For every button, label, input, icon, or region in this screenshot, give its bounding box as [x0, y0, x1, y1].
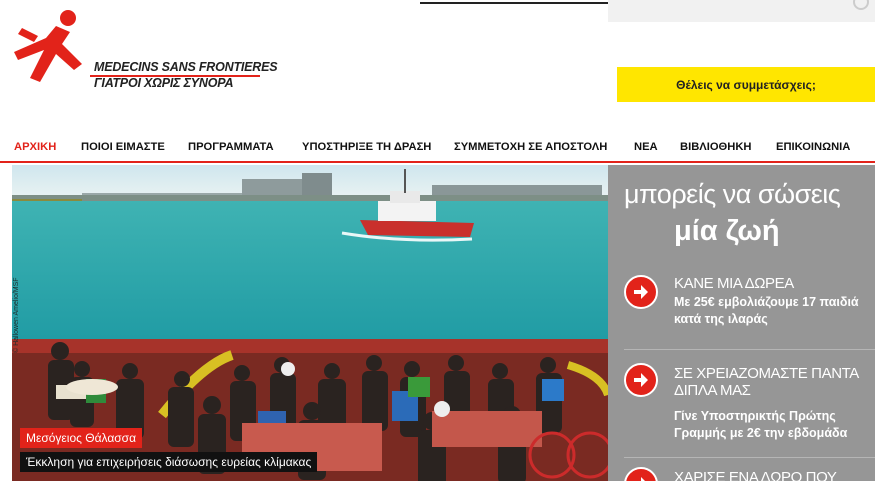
nav-item-who-we-are[interactable]: ΠΟΙΟΙ ΕΙΜΑΣΤΕ [81, 141, 165, 153]
panel-heading-line1: μπορείς να σώσεις [624, 179, 841, 209]
nav-item-mission[interactable]: ΣΥΜΜΕΤΟΧΗ ΣΕ ΑΠΟΣΤΟΛΗ [454, 141, 607, 153]
nav-item-home[interactable]: ΑΡΧΙΚΗ [14, 141, 56, 153]
search-icon[interactable] [853, 0, 869, 10]
photo-credit: © Hallowen Amelio/MSF [13, 277, 20, 353]
arrow-right-icon[interactable] [624, 467, 658, 481]
participate-button[interactable]: Θέλεις να συμμετάσχεις; [617, 67, 875, 102]
panel-divider [624, 457, 875, 458]
logo[interactable]: MEDECINS SANS FRONTIERES ΓΙΑΤΡΟΙ ΧΩΡΙΣ Σ… [12, 8, 278, 94]
main-nav: ΑΡΧΙΚΗ ΠΟΙΟΙ ΕΙΜΑΣΤΕ ΠΡΟΓΡΑΜΜΑΤΑ ΥΠΟΣΤΗΡ… [0, 139, 875, 163]
search-box[interactable] [608, 0, 875, 22]
nav-item-support[interactable]: ΥΠΟΣΤΗΡΙΞΕ ΤΗ ΔΡΑΣΗ [302, 141, 431, 153]
nav-item-contact[interactable]: ΕΠΙΚΟΙΝΩΝΙΑ [776, 141, 850, 153]
panel-item-title: ΣΕ ΧΡΕΙΑΖΟΜΑΣΤΕ ΠΑΝΤΑ ΔΙΠΛΑ ΜΑΣ [674, 365, 859, 399]
msf-running-man-icon [14, 10, 82, 82]
panel-item-text: Με 25€ εμβολιάζουμε 17 παιδιά κατά της ι… [674, 295, 859, 326]
hero-caption[interactable]: Έκκληση για επιχειρήσεις διάσωσης ευρεία… [20, 452, 318, 472]
brand-name-line2: ΓΙΑΤΡΟΙ ΧΩΡΙΣ ΣΥΝΟΡΑ [94, 76, 234, 90]
panel-divider [624, 349, 875, 350]
nav-item-news[interactable]: ΝΕΑ [634, 141, 658, 153]
arrow-right-icon[interactable] [624, 275, 658, 309]
brand-name-line1: MEDECINS SANS FRONTIERES [94, 60, 278, 74]
panel-item-title: ΧΑΡΙΣΕ ΕΝΑ ΔΩΡΟ ΠΟΥ [674, 469, 837, 481]
nav-item-programs[interactable]: ΠΡΟΓΡΑΜΜΑΤΑ [188, 141, 274, 153]
panel-item-title: ΚΑΝΕ ΜΙΑ ΔΩΡΕΑ [674, 275, 794, 292]
hero-banner[interactable]: © Hallowen Amelio/MSF Μεσόγειος Θάλασσα … [12, 165, 608, 481]
arrow-right-icon[interactable] [624, 363, 658, 397]
nav-item-library[interactable]: ΒΙΒΛΙΟΘΗΚΗ [680, 141, 751, 153]
donate-panel: μπορείς να σώσεις μία ζωή ΚΑΝΕ ΜΙΑ ΔΩΡΕΑ… [608, 165, 875, 481]
panel-heading-line2: μία ζωή [674, 215, 780, 247]
panel-item-text: Γίνε Υποστηρικτής Πρώτης Γραμμής με 2€ τ… [674, 409, 848, 440]
hero-location-tag[interactable]: Μεσόγειος Θάλασσα [20, 428, 143, 448]
